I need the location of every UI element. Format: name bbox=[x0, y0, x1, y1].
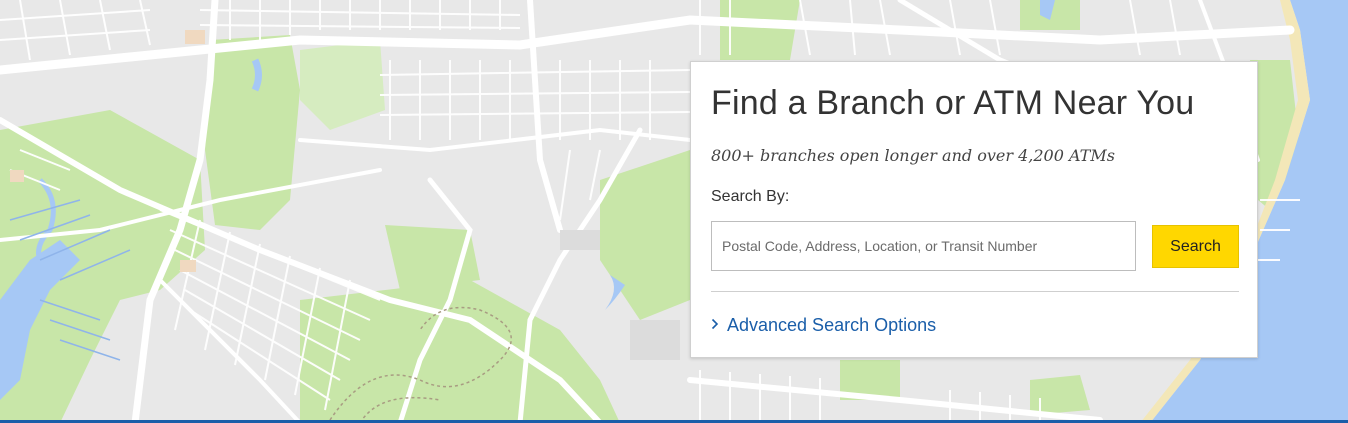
advanced-search-options-label: Advanced Search Options bbox=[727, 315, 937, 335]
location-search-input[interactable] bbox=[711, 221, 1136, 271]
divider bbox=[711, 291, 1239, 292]
search-by-label: Search By: bbox=[711, 188, 790, 205]
advanced-search-options-link[interactable]: Advanced Search Options bbox=[711, 315, 936, 336]
search-button[interactable]: Search bbox=[1152, 225, 1239, 268]
page-title: Find a Branch or ATM Near You bbox=[711, 84, 1195, 122]
chevron-right-icon bbox=[711, 318, 719, 332]
page-subtitle: 800+ branches open longer and over 4,200… bbox=[711, 146, 1115, 165]
branch-locator-panel: Find a Branch or ATM Near You 800+ branc… bbox=[690, 61, 1258, 358]
